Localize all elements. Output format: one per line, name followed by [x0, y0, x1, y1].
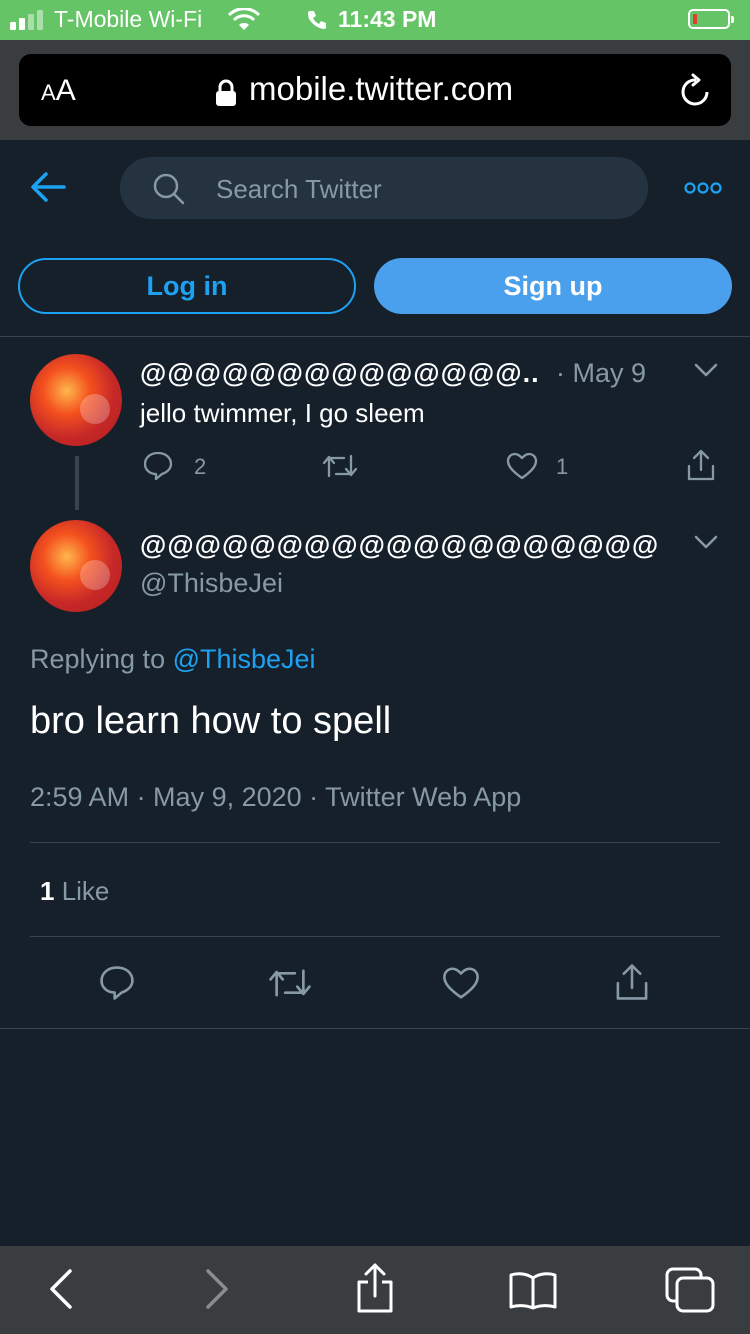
replying-prefix: Replying to	[30, 644, 173, 674]
wifi-icon	[228, 8, 260, 30]
text-size-button[interactable]: AA	[41, 74, 76, 108]
address-bar[interactable]: AA mobile.twitter.com	[19, 54, 731, 126]
browser-bottom-toolbar	[0, 1246, 750, 1334]
url-text: mobile.twitter.com	[249, 70, 514, 107]
likes-count: 1	[40, 876, 55, 906]
lock-icon	[216, 79, 236, 106]
parent-tweet-author-name[interactable]: @@@@@@@@@@@@@@...	[140, 358, 540, 389]
section-divider	[0, 1028, 750, 1029]
tweet-timestamp[interactable]: 2:59 AM · May 9, 2020 · Twitter Web App	[30, 782, 521, 813]
reply-count: 2	[194, 454, 207, 479]
login-button[interactable]: Log in	[18, 258, 356, 314]
browser-back-icon[interactable]	[48, 1268, 74, 1310]
parent-tweet-text: jello twimmer, I go sleem	[140, 398, 425, 428]
clock: 11:43 PM	[338, 6, 437, 32]
reply-icon[interactable]	[142, 450, 174, 482]
main-tweet-handle[interactable]: @ThisbeJei	[140, 568, 283, 599]
battery-icon	[688, 9, 734, 29]
ios-status-bar: T-Mobile Wi-Fi 11:43 PM	[0, 0, 750, 40]
chevron-down-icon[interactable]	[694, 362, 718, 378]
retweet-icon[interactable]	[322, 452, 358, 480]
signup-button[interactable]: Sign up	[374, 258, 732, 314]
bookmarks-icon[interactable]	[508, 1270, 558, 1310]
more-options-icon[interactable]	[684, 182, 722, 194]
thread-connector-line	[75, 456, 79, 510]
search-input[interactable]	[214, 157, 638, 221]
like-icon[interactable]	[506, 452, 538, 480]
main-tweet-text: bro learn how to spell	[30, 700, 392, 742]
main-tweet-author-name[interactable]: @@@@@@@@@@@@@@@@@@@...	[140, 530, 660, 561]
browser-forward-icon[interactable]	[204, 1268, 230, 1310]
retweet-icon[interactable]	[268, 966, 312, 1000]
browser-share-icon[interactable]	[354, 1262, 396, 1314]
search-box[interactable]	[120, 157, 648, 221]
replying-handle-link[interactable]: @ThisbeJei	[173, 644, 316, 674]
search-icon	[153, 173, 185, 205]
wifi-calling-icon	[308, 11, 326, 29]
like-icon[interactable]	[442, 966, 480, 1000]
back-arrow-icon[interactable]	[30, 170, 66, 204]
text-size-small-a: A	[41, 80, 56, 105]
detail-divider	[30, 842, 720, 843]
avatar[interactable]	[30, 354, 122, 446]
detail-divider	[30, 936, 720, 937]
likes-summary[interactable]: 1 Like	[40, 876, 109, 907]
twitter-header	[0, 140, 750, 240]
carrier-label: T-Mobile Wi-Fi	[54, 6, 203, 32]
section-divider	[0, 336, 750, 337]
tabs-icon[interactable]	[664, 1266, 716, 1314]
share-icon[interactable]	[686, 448, 716, 482]
avatar[interactable]	[30, 520, 122, 612]
browser-toolbar: AA mobile.twitter.com	[0, 40, 750, 140]
likes-label: Like	[54, 876, 110, 906]
text-size-large-a: A	[55, 74, 76, 107]
reload-icon[interactable]	[679, 72, 713, 108]
reply-icon[interactable]	[98, 964, 136, 1002]
chevron-down-icon[interactable]	[694, 534, 718, 550]
parent-tweet-date[interactable]: · May 9	[556, 358, 646, 389]
replying-to: Replying to @ThisbeJei	[30, 644, 316, 675]
cellular-signal-icon	[10, 10, 43, 30]
like-count: 1	[556, 454, 569, 479]
share-icon[interactable]	[614, 962, 650, 1002]
